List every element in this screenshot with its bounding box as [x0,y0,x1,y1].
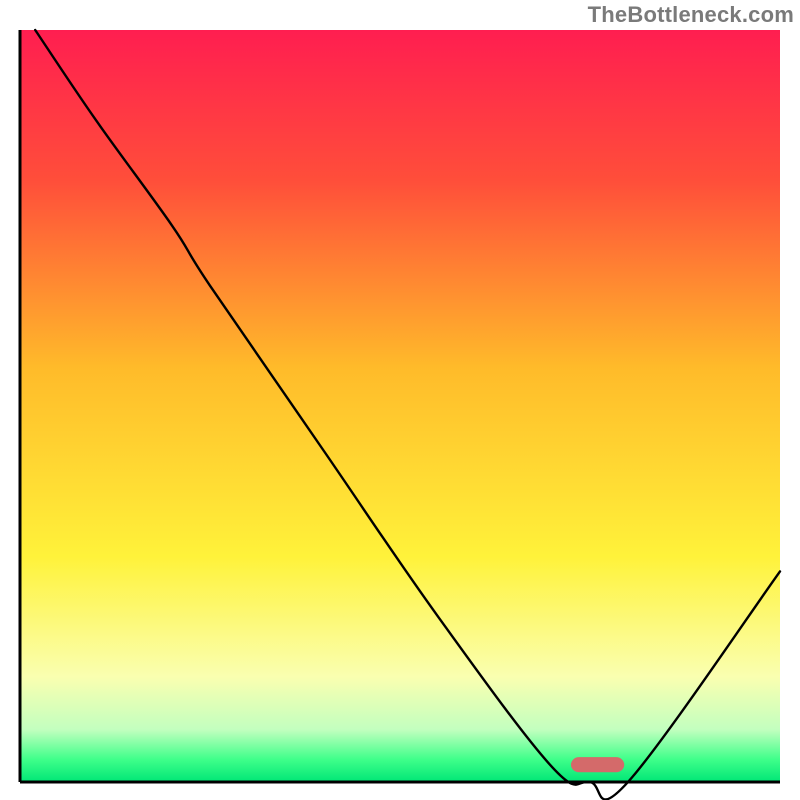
optimal-marker [571,757,624,772]
plot-background [20,30,780,782]
chart-stage: TheBottleneck.com [0,0,800,800]
bottleneck-chart [0,0,800,800]
